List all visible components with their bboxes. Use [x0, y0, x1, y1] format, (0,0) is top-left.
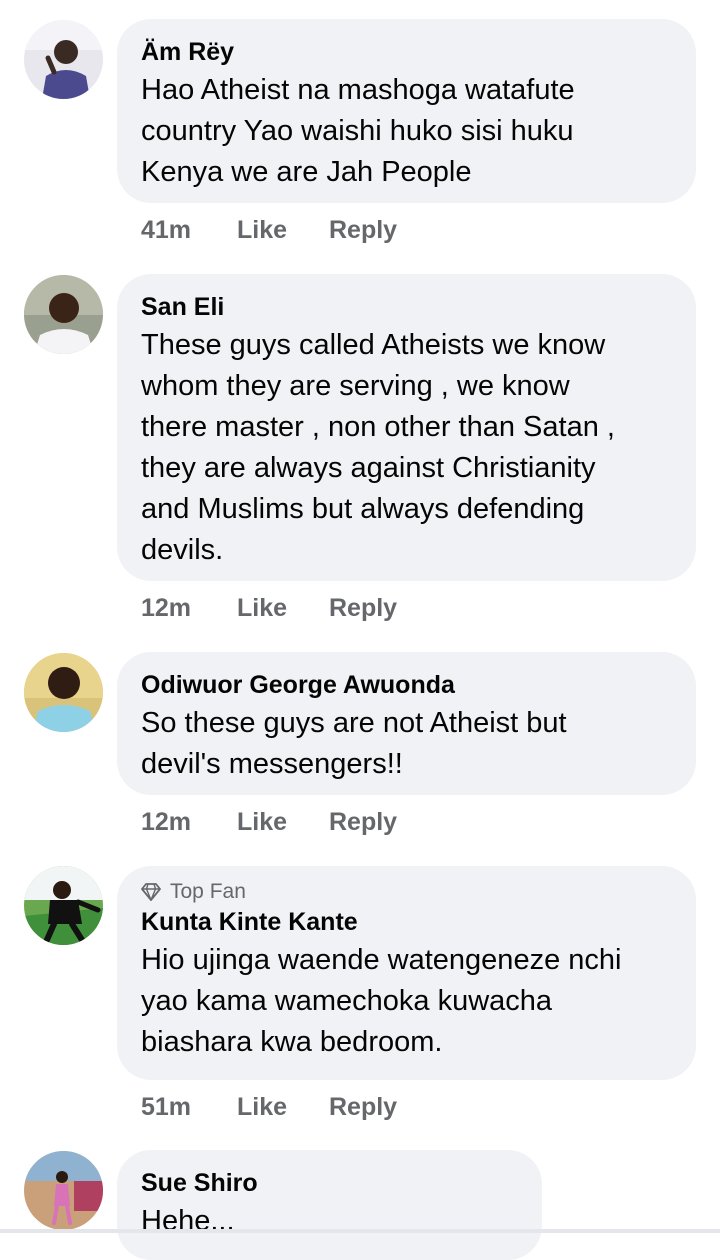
reply-button[interactable]: Reply	[329, 594, 397, 623]
comment-author[interactable]: Sue Shiro	[141, 1167, 514, 1199]
comment-bubble: San Eli These guys called Atheists we kn…	[117, 274, 696, 581]
comment-bubble: Äm Rëy Hao Atheist na mashoga watafute c…	[117, 19, 696, 203]
comment-author[interactable]: San Eli	[141, 291, 668, 323]
comment-text-line: Hio ujinga waende watengeneze nchi	[141, 944, 622, 976]
comment-author[interactable]: Kunta Kinte Kante	[141, 906, 668, 938]
like-button[interactable]: Like	[237, 1093, 329, 1122]
user-avatar[interactable]	[24, 866, 103, 945]
comment-text-line: country Yao waishi huko sisi huku	[141, 115, 574, 147]
comment-bubble: Odiwuor George Awuonda So these guys are…	[117, 652, 696, 795]
user-avatar[interactable]	[24, 20, 103, 99]
comment-text-line: Hehe...	[141, 1205, 235, 1237]
comment-author[interactable]: Odiwuor George Awuonda	[141, 669, 668, 701]
comment-text-line: These guys called Atheists we know	[141, 329, 606, 361]
like-button[interactable]: Like	[237, 594, 329, 623]
comment-text-line: they are always against Christianity	[141, 452, 596, 484]
reply-button[interactable]: Reply	[329, 1093, 397, 1122]
comment-actions: 51m Like Reply	[141, 1093, 397, 1122]
comment-text-line: whom they are serving , we know	[141, 370, 570, 402]
diamond-icon	[141, 883, 161, 901]
user-avatar[interactable]	[24, 275, 103, 354]
comment-timestamp[interactable]: 12m	[141, 594, 237, 623]
comment-text: Hao Atheist na mashoga watafute country …	[141, 70, 668, 193]
comment-text: These guys called Atheists we know whom …	[141, 325, 668, 571]
comment-author[interactable]: Äm Rëy	[141, 36, 668, 68]
comment-bubble: Sue Shiro Hehe...	[117, 1150, 542, 1260]
reply-button[interactable]: Reply	[329, 216, 397, 245]
comment-actions: 12m Like Reply	[141, 594, 397, 623]
comment-text-line: devil's messengers!!	[141, 748, 403, 780]
comment-timestamp[interactable]: 12m	[141, 808, 237, 837]
comment-text-line: biashara kwa bedroom.	[141, 1026, 443, 1058]
comment-bubble: Top Fan Kunta Kinte Kante Hio ujinga wae…	[117, 866, 696, 1080]
comment-timestamp[interactable]: 51m	[141, 1093, 237, 1122]
comment-text: So these guys are not Atheist but devil'…	[141, 703, 668, 785]
comment-actions: 41m Like Reply	[141, 216, 397, 245]
comment-text: Hio ujinga waende watengeneze nchi yao k…	[141, 940, 668, 1063]
comment-text-line: there master , non other than Satan ,	[141, 411, 615, 443]
like-button[interactable]: Like	[237, 216, 329, 245]
comment-text-line: yao kama wamechoka kuwacha	[141, 985, 553, 1017]
comment-text: Hehe...	[141, 1201, 514, 1242]
comment-text-line: and Muslims but always defending	[141, 493, 585, 525]
like-button[interactable]: Like	[237, 808, 329, 837]
user-avatar[interactable]	[24, 1151, 103, 1230]
comment-text-line: Hao Atheist na mashoga watafute	[141, 74, 575, 106]
comment-text-line: devils.	[141, 534, 224, 566]
comment-text-line: So these guys are not Atheist but	[141, 707, 567, 739]
comment-timestamp[interactable]: 41m	[141, 216, 237, 245]
reply-button[interactable]: Reply	[329, 808, 397, 837]
top-fan-badge: Top Fan	[141, 878, 668, 906]
comment-actions: 12m Like Reply	[141, 808, 397, 837]
comment-text-line: Kenya we are Jah People	[141, 156, 472, 188]
bottom-divider	[0, 1229, 720, 1233]
user-avatar[interactable]	[24, 653, 103, 732]
top-fan-label: Top Fan	[170, 880, 246, 903]
